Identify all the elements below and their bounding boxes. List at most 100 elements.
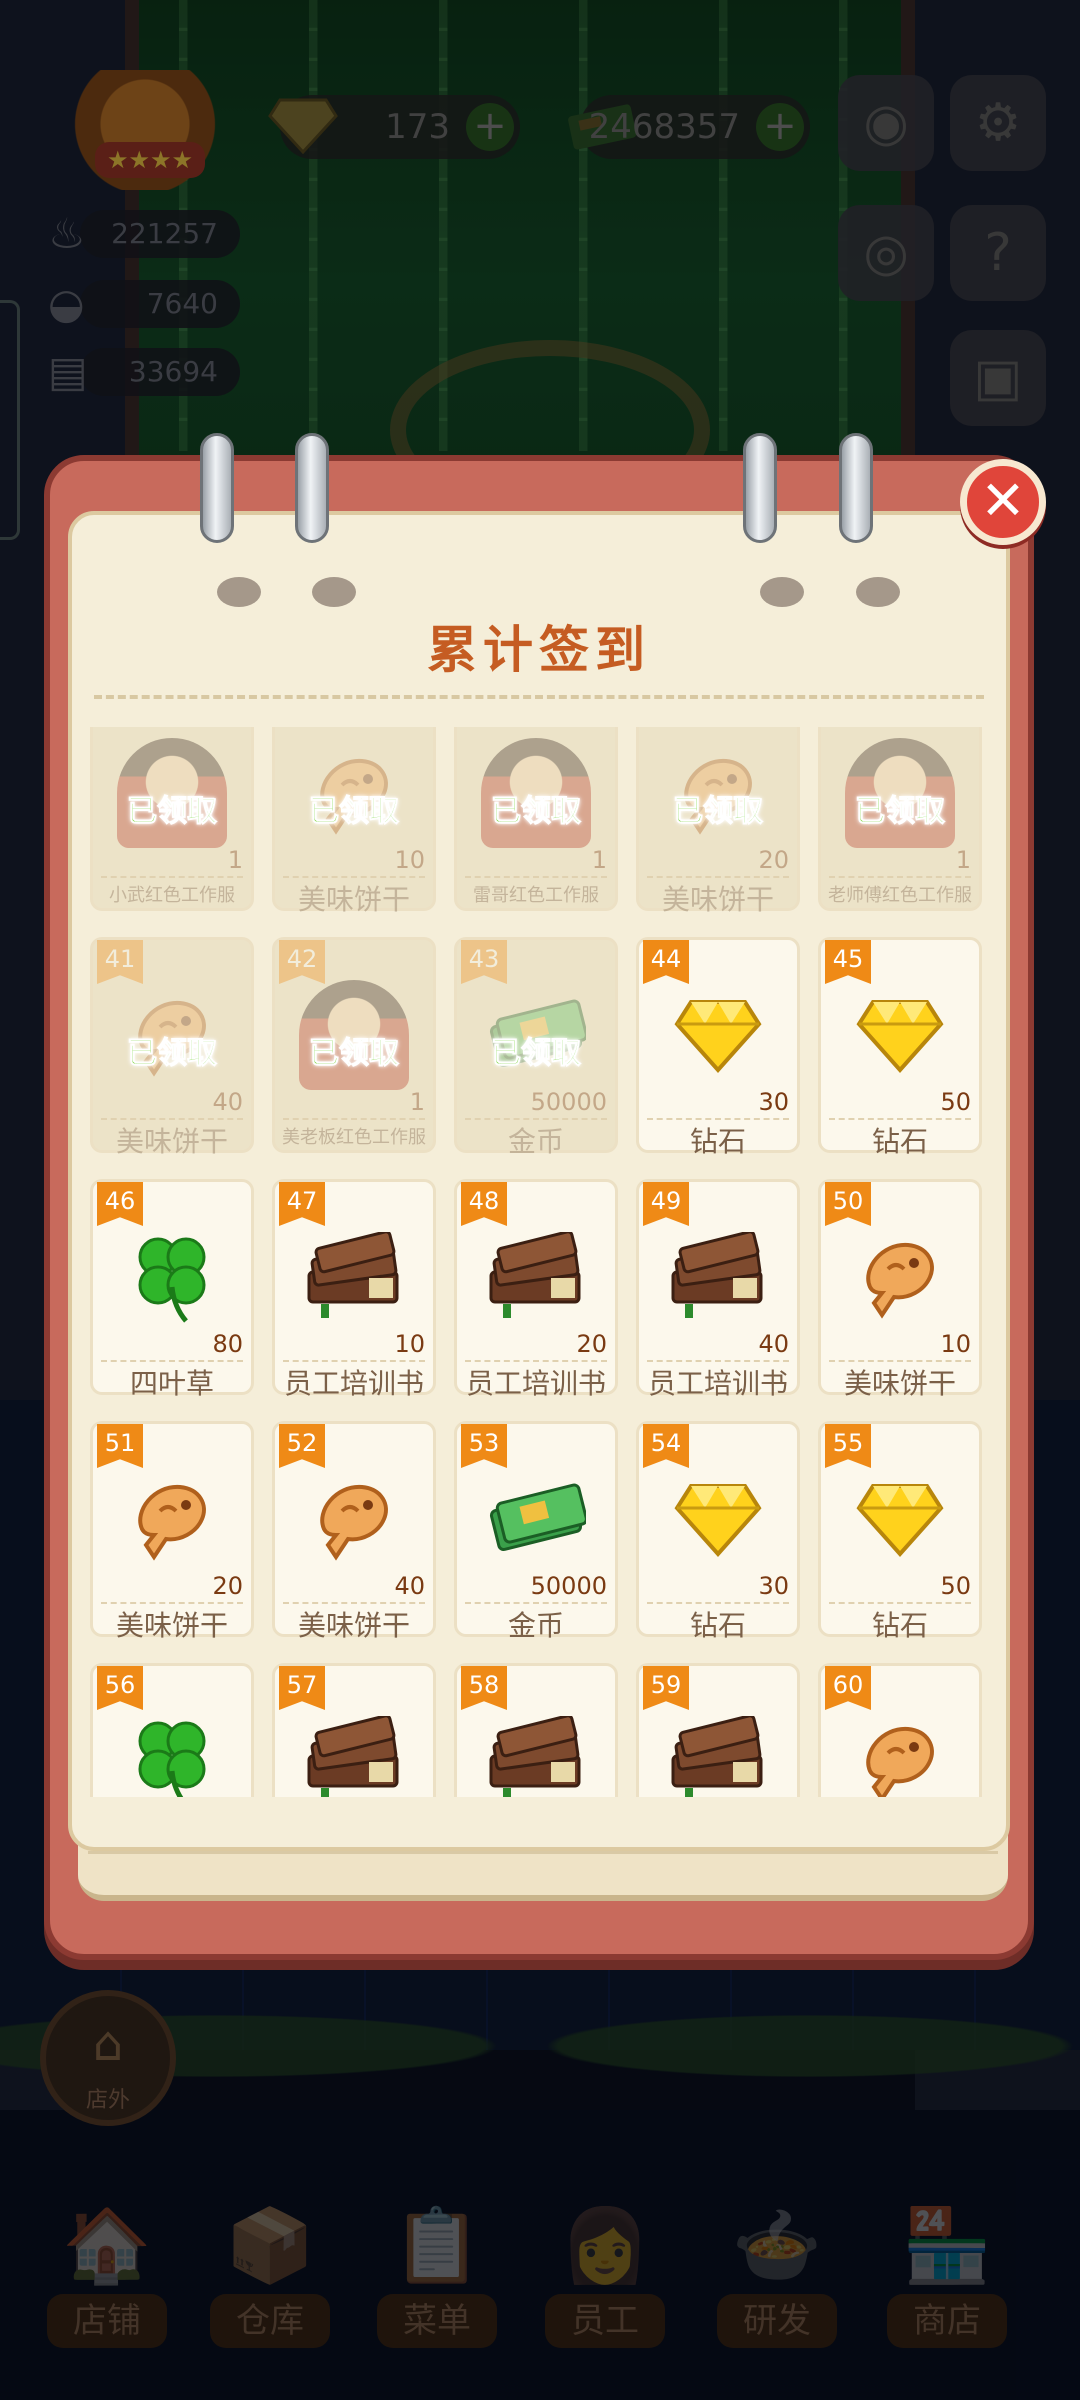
claimed-label: 已领取: [673, 794, 764, 830]
reward-cell[interactable]: 20 美味饼干 已领取: [636, 727, 800, 916]
diamond-icon: [821, 980, 979, 1090]
reward-name: 钻石: [871, 1125, 928, 1158]
close-icon: ✕: [980, 469, 1026, 532]
reward-cell[interactable]: 51 20 美味饼干: [90, 1421, 254, 1642]
reward-cell[interactable]: 1 小武红色工作服 已领取: [90, 727, 254, 911]
day-number-tag: 50: [825, 1182, 871, 1226]
reward-name: 金币: [507, 1609, 564, 1642]
claimed-label: 已领取: [491, 794, 582, 830]
reward-name: 员工培训书: [283, 1367, 424, 1400]
reward-cell[interactable]: 47 10 员工培训书: [272, 1179, 436, 1400]
cookie-icon: [93, 1464, 251, 1574]
binder-ring: [295, 433, 329, 543]
reward-quantity: 20: [212, 1572, 243, 1600]
cookie-icon: [275, 1464, 433, 1574]
reward-cell[interactable]: 44 30 钻石: [636, 937, 800, 1158]
reward-cell[interactable]: 10 美味饼干 已领取: [272, 727, 436, 916]
reward-quantity: 50: [940, 1572, 971, 1600]
reward-name: 金币: [507, 1125, 564, 1158]
day-number-tag: 42: [279, 940, 325, 984]
clover-icon: [93, 1222, 251, 1332]
claimed-label: 已领取: [127, 794, 218, 830]
books-icon: [639, 1222, 797, 1332]
cash-icon: [457, 1464, 615, 1574]
day-number-tag: 57: [279, 1666, 325, 1710]
reward-quantity: 40: [758, 1330, 789, 1358]
reward-quantity: 1: [409, 1088, 425, 1116]
reward-cell[interactable]: 49 40 员工培训书: [636, 1179, 800, 1400]
ring-hole: [856, 577, 900, 607]
reward-quantity: 40: [394, 1572, 425, 1600]
reward-quantity: 10: [394, 1330, 425, 1358]
reward-cell[interactable]: 52 40 美味饼干: [272, 1421, 436, 1642]
reward-cell[interactable]: 1 老师傅红色工作服 已领取: [818, 727, 982, 911]
reward-quantity: 30: [758, 1572, 789, 1600]
diamond-icon: [639, 1464, 797, 1574]
binder-ring: [200, 433, 234, 543]
day-number-tag: 52: [279, 1424, 325, 1468]
reward-quantity: 1: [955, 846, 971, 874]
books-icon: [457, 1222, 615, 1332]
reward-name: 美老板红色工作服: [282, 1127, 426, 1148]
reward-quantity: 10: [940, 1330, 971, 1358]
ring-hole: [760, 577, 804, 607]
sign-in-calendar-dialog: 累计签到 1 小武红色工作服 已领取 10 美味饼干 已领取 1 雷哥红色工作服 已领取 20 美味…: [44, 433, 1046, 1960]
reward-cell[interactable]: 54 30 钻石: [636, 1421, 800, 1642]
day-number-tag: 49: [643, 1182, 689, 1226]
reward-name: 美味饼干: [661, 883, 774, 916]
calendar-page: 累计签到 1 小武红色工作服 已领取 10 美味饼干 已领取 1 雷哥红色工作服 已领取 20 美味…: [68, 511, 1010, 1851]
claimed-label: 已领取: [127, 1036, 218, 1072]
reward-name: 钻石: [689, 1609, 746, 1642]
reward-cell[interactable]: 46 80 四叶草: [90, 1179, 254, 1400]
reward-name: 员工培训书: [647, 1367, 788, 1400]
title-divider: [94, 695, 984, 699]
reward-name: 美味饼干: [843, 1367, 956, 1400]
day-number-tag: 46: [97, 1182, 143, 1226]
reward-cell[interactable]: 42 1 美老板红色工作服 已领取: [272, 937, 436, 1153]
ring-hole: [217, 577, 261, 607]
ring-hole: [312, 577, 356, 607]
day-number-tag: 51: [97, 1424, 143, 1468]
day-number-tag: 45: [825, 940, 871, 984]
reward-quantity: 1: [591, 846, 607, 874]
claimed-label: 已领取: [309, 794, 400, 830]
reward-grid[interactable]: 1 小武红色工作服 已领取 10 美味饼干 已领取 1 雷哥红色工作服 已领取 20 美味饼干 已领取…: [90, 727, 990, 1822]
day-number-tag: 41: [97, 940, 143, 984]
reward-quantity: 80: [212, 1330, 243, 1358]
binder-ring: [839, 433, 873, 543]
reward-name: 雷哥红色工作服: [473, 885, 599, 906]
reward-cell[interactable]: 55 50 钻石: [818, 1421, 982, 1642]
day-number-tag: 47: [279, 1182, 325, 1226]
day-number-tag: 53: [461, 1424, 507, 1468]
reward-cell[interactable]: 48 20 员工培训书: [454, 1179, 618, 1400]
reward-cell[interactable]: 43 50000 金币 已领取: [454, 937, 618, 1158]
reward-cell[interactable]: 53 50000 金币: [454, 1421, 618, 1642]
reward-quantity: 20: [758, 846, 789, 874]
diamond-icon: [821, 1464, 979, 1574]
reward-quantity: 10: [394, 846, 425, 874]
reward-name: 美味饼干: [297, 883, 410, 916]
close-button[interactable]: ✕: [960, 459, 1046, 545]
reward-quantity: 20: [576, 1330, 607, 1358]
binder-ring: [743, 433, 777, 543]
reward-cell[interactable]: 45 50 钻石: [818, 937, 982, 1158]
day-number-tag: 59: [643, 1666, 689, 1710]
cookie-icon: [821, 1222, 979, 1332]
reward-quantity: 50: [940, 1088, 971, 1116]
reward-cell[interactable]: 50 10 美味饼干: [818, 1179, 982, 1400]
books-icon: [275, 1222, 433, 1332]
reward-name: 钻石: [689, 1125, 746, 1158]
reward-cell[interactable]: 1 雷哥红色工作服 已领取: [454, 727, 618, 911]
day-number-tag: 54: [643, 1424, 689, 1468]
day-number-tag: 48: [461, 1182, 507, 1226]
claimed-label: 已领取: [855, 794, 946, 830]
reward-cell[interactable]: 41 40 美味饼干 已领取: [90, 937, 254, 1158]
reward-name: 四叶草: [129, 1367, 214, 1400]
reward-name: 小武红色工作服: [109, 885, 235, 906]
day-number-tag: 44: [643, 940, 689, 984]
diamond-icon: [639, 980, 797, 1090]
reward-name: 老师傅红色工作服: [828, 885, 972, 906]
reward-quantity: 30: [758, 1088, 789, 1116]
reward-name: 美味饼干: [115, 1125, 228, 1158]
reward-name: 美味饼干: [115, 1609, 228, 1642]
